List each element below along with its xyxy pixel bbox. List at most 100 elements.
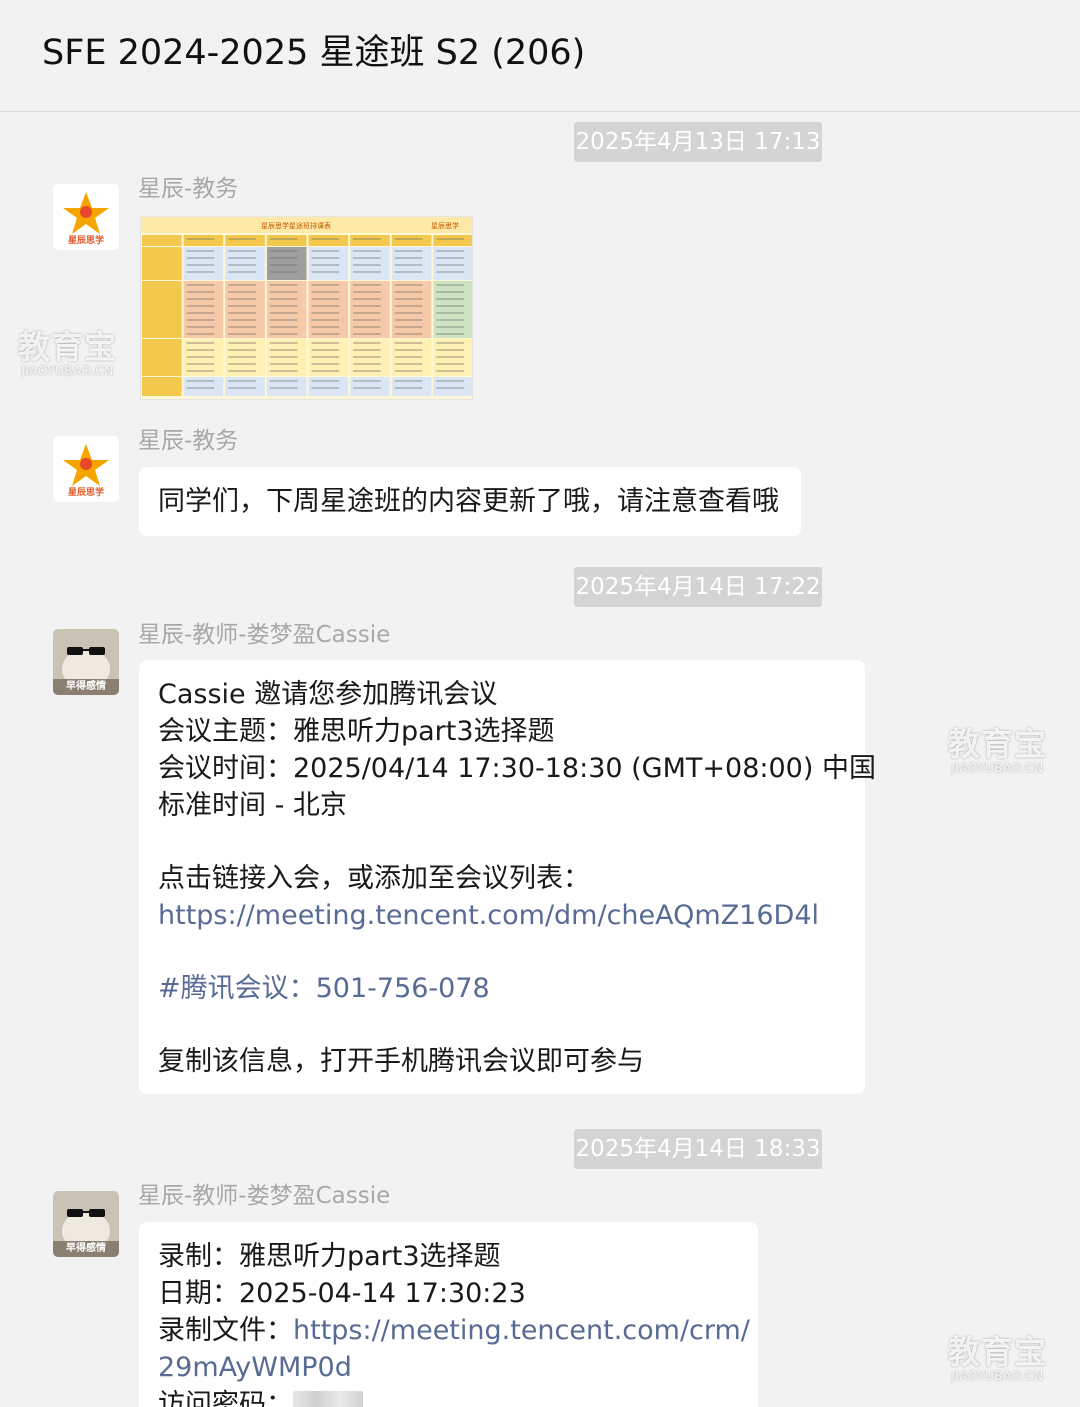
message-bubble[interactable]: 录制：雅思听力part3选择题 日期：2025-04-14 17:30:23 录…: [139, 1222, 758, 1407]
schedule-cell-text: [311, 291, 340, 293]
schedule-cell-text: [394, 264, 423, 266]
sender-name: 星辰-教务: [138, 428, 239, 454]
schedule-cell: [142, 281, 182, 338]
meeting-id-link[interactable]: #腾讯会议：501-756-078: [158, 970, 846, 1007]
schedule-cell: [266, 377, 307, 396]
schedule-cell-text: [436, 250, 464, 252]
schedule-cell-text: [311, 380, 340, 382]
schedule-cell: [225, 281, 265, 338]
watermark: 教育宝 JIAOYUBAO.CN: [18, 330, 117, 378]
schedule-cell-text: [394, 312, 423, 314]
schedule-cell: [433, 377, 472, 396]
schedule-cell-text: [186, 349, 215, 351]
schedule-cell-text: [436, 363, 464, 365]
message-bubble[interactable]: 同学们，下周星途班的内容更新了哦，请注意查看哦: [139, 467, 801, 536]
schedule-cell: [225, 377, 265, 396]
schedule-cell-text: [186, 291, 215, 293]
schedule-cell-text: [436, 387, 464, 389]
schedule-cell-text: [436, 264, 464, 266]
message-bubble[interactable]: Cassie 邀请您参加腾讯会议 会议主题：雅思听力part3选择题 会议时间：…: [139, 660, 876, 1094]
schedule-cell-text: [436, 257, 464, 259]
schedule-cell-text: [186, 271, 215, 273]
recording-file-label: 录制文件：: [158, 1315, 293, 1346]
schedule-cell-text: [228, 333, 256, 335]
schedule-cell-text: [311, 298, 340, 300]
schedule-cell: [308, 235, 349, 246]
sender-name: 星辰-教务: [138, 176, 239, 202]
message-line: 会议时间：2025/04/14 17:30-18:30 (GMT+08:00) …: [158, 753, 876, 784]
schedule-cell-text: [269, 349, 298, 351]
password-label: 访问密码：: [158, 1389, 293, 1407]
meeting-link[interactable]: https://meeting.tencent.com/dm/cheAQmZ16…: [158, 897, 846, 934]
join-instruction: 点击链接入会，或添加至会议列表：: [158, 863, 590, 894]
schedule-cell-text: [228, 312, 256, 314]
schedule-cell: [350, 377, 390, 396]
watermark-subtext: JIAOYUBAO.CN: [951, 1369, 1044, 1383]
schedule-cell-text: [353, 333, 381, 335]
schedule-cell-text: [228, 291, 256, 293]
schedule-cell-text: [186, 257, 215, 259]
schedule-cell-text: [186, 380, 215, 382]
message-footer: 复制该信息，打开手机腾讯会议即可参与: [158, 1046, 644, 1077]
schedule-image[interactable]: 星辰思学星途班排课表 星辰思学: [140, 216, 473, 400]
schedule-cell-text: [353, 238, 381, 240]
timestamp: 2025年4月14日 18:33: [574, 1129, 822, 1169]
schedule-cell-text: [436, 319, 464, 321]
schedule-cell-text: [186, 250, 215, 252]
schedule-cell-text: [186, 326, 215, 328]
schedule-brand: 星辰思学: [431, 221, 459, 230]
schedule-cell-text: [186, 363, 215, 365]
schedule-cell-text: [436, 356, 464, 358]
timestamp: 2025年4月14日 17:22: [574, 567, 822, 607]
avatar[interactable]: 星辰思学: [53, 436, 119, 502]
schedule-cell-text: [436, 271, 464, 273]
schedule-cell-text: [228, 326, 256, 328]
schedule-cell-text: [186, 284, 215, 286]
schedule-cell-text: [353, 257, 381, 259]
schedule-cell-text: [436, 370, 464, 372]
schedule-cell-text: [269, 250, 298, 252]
schedule-cell-text: [394, 319, 423, 321]
schedule-cell-text: [353, 305, 381, 307]
schedule-cell: [266, 281, 307, 338]
schedule-cell-text: [394, 326, 423, 328]
chat-title: SFE 2024-2025 星途班 S2 (206): [42, 33, 586, 73]
schedule-cell-text: [353, 363, 381, 365]
schedule-table-thumbnail: 星辰思学星途班排课表 星辰思学: [141, 217, 472, 399]
schedule-cell-text: [353, 250, 381, 252]
schedule-cell: [391, 281, 432, 338]
schedule-cell: [308, 377, 349, 396]
schedule-cell-text: [311, 257, 340, 259]
recording-link[interactable]: https://meeting.tencent.com/crm/: [293, 1315, 750, 1346]
schedule-cell-text: [311, 312, 340, 314]
schedule-cell: [142, 377, 182, 396]
schedule-cell-text: [228, 284, 256, 286]
message-list[interactable]: 2025年4月13日 17:13 星辰思学 星辰-教务 星辰思学星途班排课表 星…: [0, 113, 1080, 1407]
recording-link-cont[interactable]: 29mAyWMP0d: [158, 1349, 739, 1386]
schedule-cell-text: [353, 298, 381, 300]
schedule-cell-text: [228, 363, 256, 365]
schedule-cell-text: [186, 333, 215, 335]
schedule-cell-text: [186, 238, 215, 240]
schedule-cell-text: [394, 349, 423, 351]
schedule-cell: [433, 281, 472, 338]
schedule-cell: [391, 377, 432, 396]
schedule-cell-text: [394, 298, 423, 300]
schedule-cell-text: [269, 342, 298, 344]
schedule-cell-text: [269, 284, 298, 286]
schedule-cell-text: [228, 387, 256, 389]
schedule-cell-text: [186, 264, 215, 266]
watermark-subtext: JIAOYUBAO.CN: [21, 364, 114, 378]
avatar[interactable]: 星辰思学: [53, 184, 119, 250]
avatar[interactable]: 早得感情: [53, 629, 119, 695]
schedule-cell-text: [436, 349, 464, 351]
schedule-cell-text: [269, 387, 298, 389]
schedule-cell-text: [228, 380, 256, 382]
avatar[interactable]: 早得感情: [53, 1191, 119, 1257]
schedule-cell-text: [311, 238, 340, 240]
schedule-cell-text: [311, 284, 340, 286]
redacted-password: [293, 1390, 363, 1407]
schedule-cell-text: [269, 370, 298, 372]
schedule-cell-text: [228, 349, 256, 351]
schedule-cell-text: [353, 284, 381, 286]
